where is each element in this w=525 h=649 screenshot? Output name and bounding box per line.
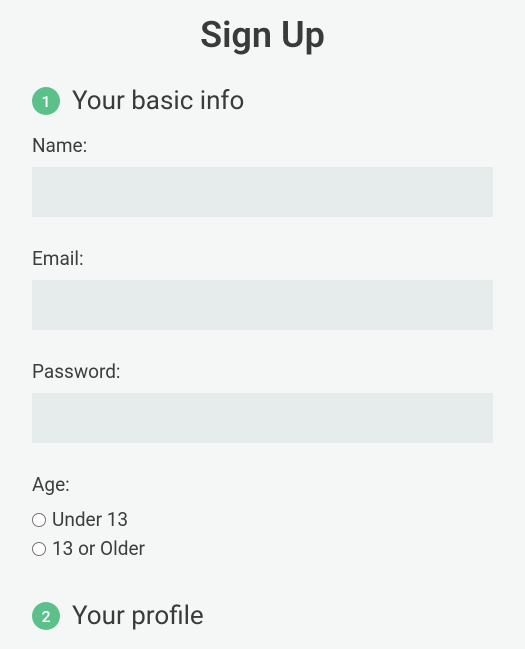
email-input[interactable] [32, 280, 493, 330]
section-header-basic-info: 1 Your basic info [32, 86, 493, 116]
age-option-under-13[interactable]: Under 13 [32, 506, 493, 535]
page-title: Sign Up [32, 0, 493, 86]
age-option-label: Under 13 [52, 506, 128, 535]
name-label: Name: [32, 134, 493, 157]
age-option-13-or-older[interactable]: 13 or Older [32, 535, 493, 564]
step-badge-2: 2 [32, 602, 60, 630]
password-input[interactable] [32, 393, 493, 443]
password-label: Password: [32, 360, 493, 383]
name-input[interactable] [32, 167, 493, 217]
section-title-your-profile: Your profile [72, 601, 204, 631]
age-radio-13-or-older[interactable] [32, 542, 46, 556]
section-header-your-profile: 2 Your profile [32, 601, 493, 631]
email-label: Email: [32, 247, 493, 270]
age-radio-under-13[interactable] [32, 513, 46, 527]
section-title-basic-info: Your basic info [72, 86, 244, 116]
step-badge-1: 1 [32, 87, 60, 115]
age-label: Age: [32, 473, 493, 496]
age-option-label: 13 or Older [52, 535, 145, 564]
